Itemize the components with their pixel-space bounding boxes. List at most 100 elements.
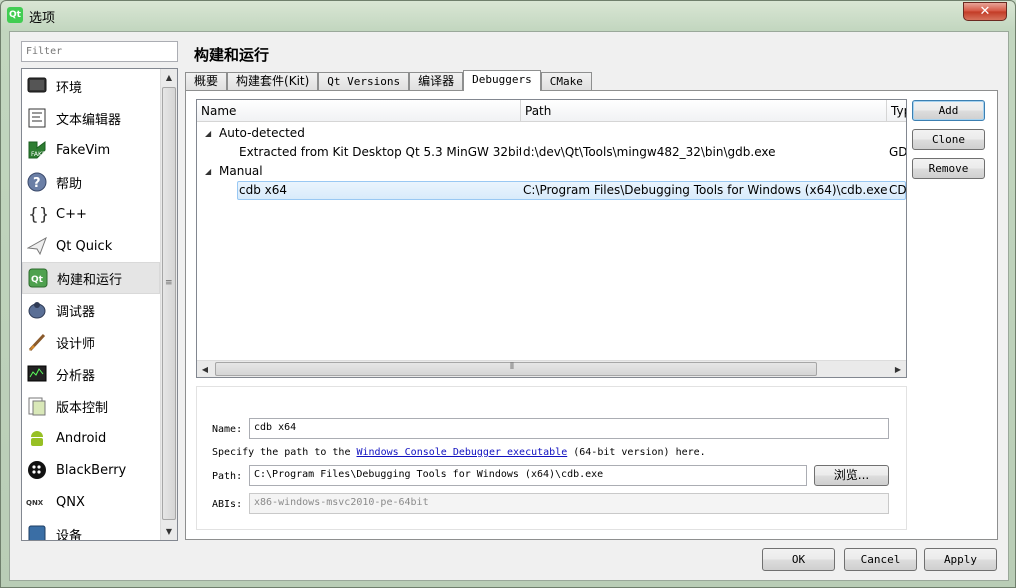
cdb-help-link[interactable]: Windows Console Debugger executable xyxy=(357,447,568,458)
debuggers-panel: Name Path Type ◢ Auto-detected Extracted… xyxy=(185,90,998,540)
column-header-type[interactable]: Type xyxy=(887,100,906,122)
fakevim-icon: FAKE xyxy=(26,139,48,161)
sidebar-item-debugger[interactable]: 调试器 xyxy=(22,294,160,326)
collapse-arrow-icon[interactable]: ◢ xyxy=(205,124,211,143)
sidebar-item-text-editor[interactable]: 文本编辑器 xyxy=(22,102,160,134)
tab-cmake[interactable]: CMake xyxy=(540,72,592,91)
scroll-right-icon[interactable]: ▶ xyxy=(890,361,906,377)
tree-group-row[interactable]: ◢ Auto-detected xyxy=(197,124,906,143)
sidebar-item-blackberry[interactable]: BlackBerry xyxy=(22,454,160,486)
tree-group-row[interactable]: ◢ Manual xyxy=(197,162,906,181)
collapse-arrow-icon[interactable]: ◢ xyxy=(205,162,211,181)
debugger-tree[interactable]: Name Path Type ◢ Auto-detected Extracted… xyxy=(196,99,907,378)
sidebar-item-fakevim[interactable]: FAKE FakeVim xyxy=(22,134,160,166)
sidebar-item-label: BlackBerry xyxy=(56,462,127,478)
sidebar-item-label: QNX xyxy=(56,494,85,510)
tab-qt-versions[interactable]: Qt Versions xyxy=(318,72,410,91)
sidebar-item-android[interactable]: Android xyxy=(22,422,160,454)
tab-kits[interactable]: 构建套件(Kit) xyxy=(227,72,319,91)
filter-input[interactable] xyxy=(21,41,178,62)
grip-icon: ⦀ xyxy=(510,362,514,372)
debugger-path: d:\dev\Qt\Tools\mingw482_32\bin\gdb.exe xyxy=(523,145,776,159)
sidebar-item-version-control[interactable]: 版本控制 xyxy=(22,390,160,422)
clone-button[interactable]: Clone xyxy=(912,129,985,150)
monitor-icon xyxy=(26,75,48,97)
ok-button[interactable]: OK xyxy=(762,548,835,571)
debugger-path: C:\Program Files\Debugging Tools for Win… xyxy=(523,183,887,197)
sidebar-item-qt-quick[interactable]: Qt Quick xyxy=(22,230,160,262)
svg-text:Qt: Qt xyxy=(31,275,44,285)
name-field[interactable]: cdb x64 xyxy=(249,418,889,439)
sidebar-item-designer[interactable]: 设计师 xyxy=(22,326,160,358)
svg-text:{}: {} xyxy=(28,205,47,224)
group-label: Auto-detected xyxy=(219,126,305,140)
debugger-type: GDB xyxy=(889,145,906,159)
debugger-details: Name: cdb x64 Specify the path to the Wi… xyxy=(196,386,907,530)
devices-icon xyxy=(26,523,48,540)
sidebar-item-help[interactable]: ? 帮助 xyxy=(22,166,160,198)
sidebar-item-label: Qt Quick xyxy=(56,238,113,254)
window-title: 选项 xyxy=(29,11,56,26)
help-icon: ? xyxy=(26,171,48,193)
text-editor-icon xyxy=(26,107,48,129)
tab-debuggers[interactable]: Debuggers xyxy=(463,70,541,91)
scrollbar-thumb[interactable] xyxy=(162,87,176,520)
add-button[interactable]: Add xyxy=(912,100,985,121)
debugger-icon xyxy=(26,299,48,321)
designer-brush-icon xyxy=(26,331,48,353)
svg-text:QNX: QNX xyxy=(26,499,44,507)
sidebar-item-devices[interactable]: 设备 xyxy=(22,518,160,541)
cpp-braces-icon: {} xyxy=(26,203,48,225)
tab-compilers[interactable]: 编译器 xyxy=(409,72,464,91)
sidebar-item-build-run[interactable]: Qt 构建和运行 xyxy=(22,262,160,294)
sidebar-item-label: Android xyxy=(56,430,107,446)
blackberry-icon xyxy=(26,459,48,481)
options-dialog: Qt 选项 ✕ 环境 文本编辑器 FAKE FakeVim ? 帮助 {} xyxy=(0,0,1016,588)
column-header-path[interactable]: Path xyxy=(521,100,887,122)
svg-text:FAKE: FAKE xyxy=(31,151,46,158)
sidebar-item-label: C++ xyxy=(56,206,87,222)
scroll-down-icon[interactable]: ▼ xyxy=(161,523,177,540)
scroll-left-icon[interactable]: ◀ xyxy=(197,361,213,377)
analyzer-icon xyxy=(26,363,48,385)
table-row[interactable]: Extracted from Kit Desktop Qt 5.3 MinGW … xyxy=(197,143,906,162)
sidebar-item-analyzer[interactable]: 分析器 xyxy=(22,358,160,390)
sidebar-item-cpp[interactable]: {} C++ xyxy=(22,198,160,230)
category-list-scrollbar[interactable]: ▲ ≡ ▼ xyxy=(160,69,177,540)
debugger-type: CDB xyxy=(889,183,906,197)
sidebar-item-label: 设备 xyxy=(56,528,83,541)
debugger-name: cdb x64 xyxy=(239,183,288,197)
sidebar-item-label: 版本控制 xyxy=(56,400,109,416)
scroll-up-icon[interactable]: ▲ xyxy=(161,69,177,86)
build-run-icon: Qt xyxy=(27,267,49,289)
tab-bar: 概要 构建套件(Kit) Qt Versions 编译器 Debuggers C… xyxy=(185,70,592,91)
table-row[interactable]: cdb x64 C:\Program Files\Debugging Tools… xyxy=(197,181,906,200)
tree-header: Name Path Type xyxy=(197,100,906,122)
sidebar-item-qnx[interactable]: QNX QNX xyxy=(22,486,160,518)
cancel-button[interactable]: Cancel xyxy=(844,548,917,571)
abis-field: x86-windows-msvc2010-pe-64bit xyxy=(249,493,889,514)
column-header-name[interactable]: Name xyxy=(197,100,521,122)
sidebar-item-environment[interactable]: 环境 xyxy=(22,70,160,102)
title-bar[interactable]: Qt 选项 ✕ xyxy=(1,1,1015,29)
version-control-icon xyxy=(26,395,48,417)
apply-button[interactable]: Apply xyxy=(924,548,997,571)
page-title: 构建和运行 xyxy=(194,46,270,64)
qnx-icon: QNX xyxy=(26,491,48,513)
paper-plane-icon xyxy=(26,235,48,257)
qt-app-icon: Qt xyxy=(7,7,23,23)
dialog-body: 环境 文本编辑器 FAKE FakeVim ? 帮助 {} C++ Qt Qui… xyxy=(9,31,1009,581)
path-field[interactable]: C:\Program Files\Debugging Tools for Win… xyxy=(249,465,807,486)
sidebar-item-label: 调试器 xyxy=(56,304,96,320)
tab-overview[interactable]: 概要 xyxy=(185,72,228,91)
sidebar-item-label: FakeVim xyxy=(56,142,111,158)
tree-horizontal-scrollbar[interactable]: ◀ ⦀ ▶ xyxy=(197,360,906,377)
sidebar-item-label: 帮助 xyxy=(56,176,83,192)
remove-button[interactable]: Remove xyxy=(912,158,985,179)
sidebar-item-label: 文本编辑器 xyxy=(56,112,122,128)
close-button[interactable]: ✕ xyxy=(963,2,1007,21)
browse-button[interactable]: 浏览... xyxy=(814,465,889,486)
sidebar-item-label: 构建和运行 xyxy=(57,272,123,288)
scrollbar-thumb[interactable] xyxy=(215,362,817,376)
debugger-name: Extracted from Kit Desktop Qt 5.3 MinGW … xyxy=(239,145,521,159)
